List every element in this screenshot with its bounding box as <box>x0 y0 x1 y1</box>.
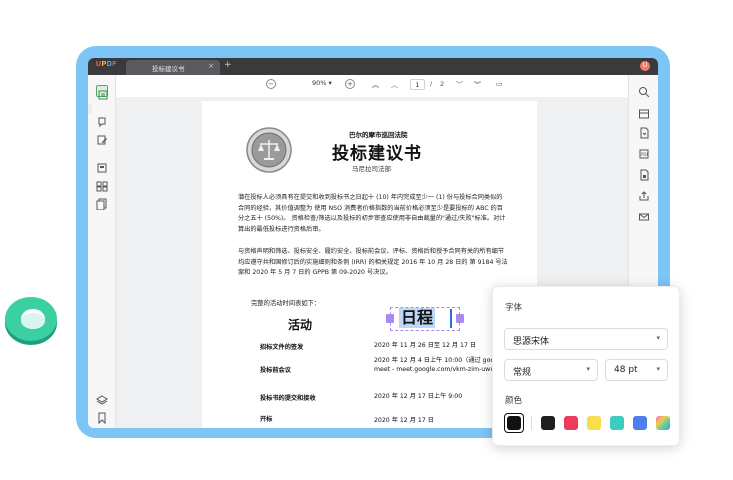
color-swatch-yellow[interactable] <box>587 416 601 430</box>
share-icon[interactable] <box>638 187 650 201</box>
page-separator: / <box>430 80 433 88</box>
zoom-out-button[interactable]: − <box>266 79 276 89</box>
collapse-sidebar-button[interactable] <box>88 103 92 115</box>
schedule-row-label: 开标 <box>260 416 273 423</box>
color-section-label: 颜色 <box>505 396 523 406</box>
color-swatch-teal[interactable] <box>610 416 624 430</box>
paragraph-eligibility: 潜在投标人必须具有在提交和收到投标书之日起十 (10) 年内完成至少一 (1) … <box>238 194 506 233</box>
app-logo: UPDF <box>96 61 118 68</box>
text-properties-panel: 字体 思源宋体 ▾ 常规 ▾ 48 pt ▾ 颜色 <box>492 286 680 446</box>
font-section-label: 字体 <box>505 303 523 313</box>
font-family-value: 思源宋体 <box>513 337 550 347</box>
prev-page-icon[interactable]: ︿ <box>391 80 398 90</box>
organize-pages-icon[interactable] <box>96 177 108 192</box>
schedule-row-value: 2020 年 12 月 17 日 <box>374 417 434 424</box>
color-swatch-blue[interactable] <box>633 416 647 430</box>
schedule-row-value: 2020 年 11 月 26 日至 12 月 17 日 <box>374 342 477 349</box>
left-toolbar <box>88 75 116 428</box>
page-tools-icon[interactable] <box>96 195 108 211</box>
font-size-value: 48 pt <box>614 365 638 375</box>
total-pages: 2 <box>440 80 445 88</box>
schedule-row-label: 招标文件的签发 <box>260 344 304 351</box>
color-swatch-dark[interactable] <box>541 416 555 430</box>
page-navigation-bar: − 90% ▾ + ︽ ︿ 1 / 2 ﹀ ︾ ▭ <box>116 75 628 97</box>
user-avatar[interactable]: U <box>640 61 650 71</box>
convert-pdf-icon[interactable] <box>638 124 650 139</box>
zoom-value: 90% <box>312 79 327 87</box>
reader-mode-icon[interactable] <box>96 85 108 100</box>
protect-pdf-icon[interactable] <box>638 166 650 181</box>
document-title: 投标建议书 <box>332 144 422 164</box>
tab-close-icon[interactable]: × <box>208 62 214 70</box>
zoom-in-button[interactable]: + <box>345 79 355 89</box>
color-swatch-black[interactable] <box>507 416 521 430</box>
chevron-down-icon: ▾ <box>656 334 660 342</box>
comment-list-icon[interactable]: ▭ <box>496 80 503 88</box>
chevron-down-icon: ▾ <box>656 365 660 373</box>
resize-handle-right[interactable] <box>456 314 464 323</box>
activity-column-header: 活动 <box>288 318 313 332</box>
bookmark-icon[interactable] <box>96 409 108 425</box>
font-style-select[interactable]: 常规 ▾ <box>504 359 598 381</box>
font-style-value: 常规 <box>513 368 532 378</box>
search-icon[interactable] <box>638 83 650 98</box>
schedule-intro: 完整的活动时间表如下： <box>251 300 321 307</box>
resize-handle-left[interactable] <box>386 314 394 323</box>
comment-tool-icon[interactable] <box>96 113 108 128</box>
paragraph-rules: 与资格声明和筛选、投标安全、履约安全、投标前会议、评标、资格后和授予合同有关的所… <box>238 248 508 276</box>
last-page-icon[interactable]: ︾ <box>474 80 481 90</box>
zoom-select[interactable]: 90% ▾ <box>312 79 332 87</box>
current-page-input[interactable]: 1 <box>410 79 425 90</box>
schedule-row-label: 投标前会议 <box>260 367 291 374</box>
tab-title: 投标建议书 <box>152 65 185 73</box>
chevron-down-icon: ▾ <box>328 79 332 87</box>
font-size-select[interactable]: 48 pt ▾ <box>605 359 668 381</box>
text-caret <box>450 309 452 328</box>
form-tool-icon[interactable] <box>96 159 108 173</box>
svg-text:PDF: PDF <box>641 152 649 157</box>
title-bar: UPDF 投标建议书 × + U <box>88 58 658 75</box>
stage: UPDF 投标建议书 × + U − 90% ▾ + ︽ ︿ 1 / 2 ﹀ ︾… <box>0 0 733 480</box>
schedule-row-value: 2020 年 12 月 17 日上午 9:00 <box>374 393 463 400</box>
department-name: 马尼拉司法部 <box>352 165 391 173</box>
layers-icon[interactable] <box>96 391 108 405</box>
color-picker-rainbow[interactable] <box>656 416 670 430</box>
chevron-down-icon: ▾ <box>586 365 590 373</box>
email-icon[interactable] <box>638 208 650 221</box>
batch-pdf-icon[interactable]: PDF <box>638 145 650 159</box>
ocr-icon[interactable] <box>638 105 650 119</box>
schedule-column-header[interactable]: 日程 <box>399 308 436 328</box>
first-page-icon[interactable]: ︽ <box>372 80 379 90</box>
court-name: 巴尔的摩市巡回法院 <box>349 131 408 139</box>
schedule-row-label: 投标书的提交和接收 <box>260 395 316 402</box>
swatch-divider <box>531 416 532 430</box>
color-swatch-red[interactable] <box>564 416 578 430</box>
font-family-select[interactable]: 思源宋体 ▾ <box>504 328 668 350</box>
ring-decoration-icon <box>5 297 57 345</box>
next-page-icon[interactable]: ﹀ <box>456 80 463 90</box>
court-seal-icon <box>246 127 292 173</box>
pdf-page: 巴尔的摩市巡回法院 投标建议书 马尼拉司法部 潜在投标人必须具有在提交和收到投标… <box>202 101 537 428</box>
add-tab-button[interactable]: + <box>224 60 232 70</box>
document-tab[interactable]: 投标建议书 × <box>126 60 220 75</box>
schedule-row-value: 2020 年 12 月 4 日上午 10:00（通过 google meet -… <box>374 357 504 373</box>
edit-pdf-icon[interactable] <box>96 131 108 145</box>
